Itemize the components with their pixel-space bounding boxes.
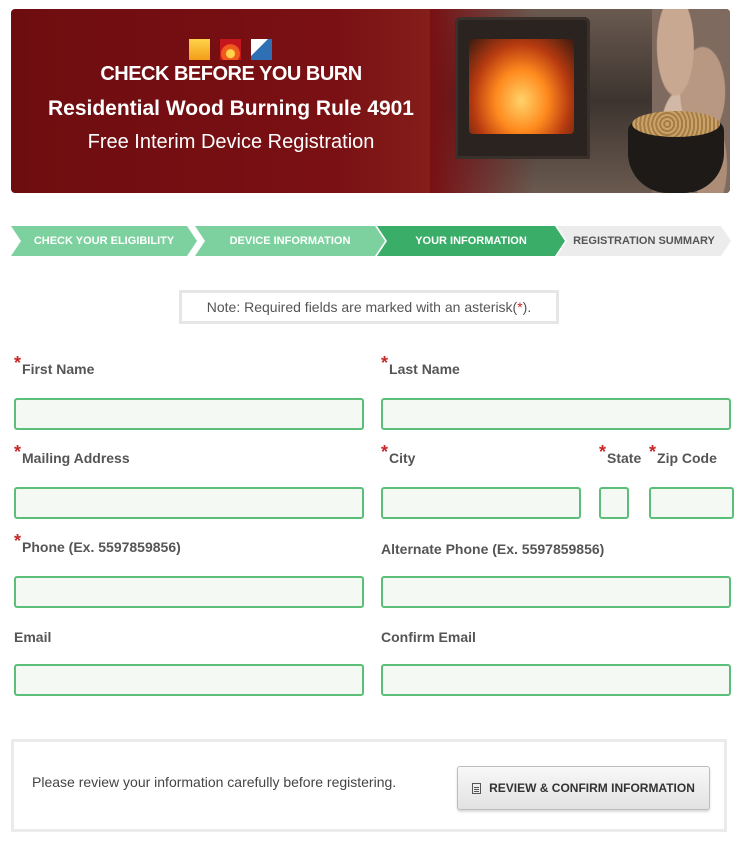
confirm-email-input[interactable] [381,664,731,696]
mailing-address-input[interactable] [14,487,364,519]
header-banner: CHECK BEFORE YOU BURN Residential Wood B… [11,9,730,193]
confirm-email-label: Confirm Email [381,629,476,645]
banner-title: Residential Wood Burning Rule 4901 [47,97,414,120]
state-input[interactable] [599,487,629,519]
alternate-phone-input[interactable] [381,576,731,608]
step-registration-summary[interactable]: Registration Summary [557,226,731,256]
step-your-information[interactable]: Your Information [377,226,565,256]
last-name-label: *Last Name [381,353,460,377]
required-asterisk: * [14,531,22,551]
review-confirm-label: Review & Confirm Information [489,781,695,795]
zip-code-input[interactable] [649,487,734,519]
required-asterisk: * [599,442,607,462]
step-label: Registration Summary [573,235,715,247]
pellet-bucket-image [628,111,724,193]
mailing-address-label: *Mailing Address [14,442,130,466]
step-label: Your Information [415,235,527,247]
step-device-information[interactable]: Device Information [195,226,385,256]
step-label: Check Your Eligibility [33,235,175,247]
required-asterisk: * [649,442,657,462]
required-asterisk: * [14,442,22,462]
banner-subtitle: Free Interim Device Registration [87,131,375,153]
required-asterisk: * [381,353,389,373]
phone-label: *Phone (Ex. 5597859856) [14,531,181,555]
document-icon [472,782,482,794]
alternate-phone-label: Alternate Phone (Ex. 5597859856) [381,541,605,557]
required-asterisk: * [14,353,22,373]
sun-icon [189,39,210,60]
required-asterisk: * [381,442,389,462]
review-message: Please review your information carefully… [32,774,397,790]
zip-code-label: *Zip Code [649,442,717,466]
review-panel: Please review your information carefully… [11,739,727,832]
logo-icons [189,39,272,60]
city-label: *City [381,442,416,466]
email-input[interactable] [14,664,364,696]
first-name-label: *First Name [14,353,95,377]
review-confirm-button[interactable]: Review & Confirm Information [457,766,710,810]
first-name-input[interactable] [14,398,364,430]
blue-check-icon [251,39,272,60]
step-label: Device Information [229,235,351,247]
step-check-eligibility[interactable]: Check Your Eligibility [11,226,197,256]
pellet-stove-image [455,17,590,159]
phone-input[interactable] [14,576,364,608]
last-name-input[interactable] [381,398,731,430]
state-label: *State [599,442,642,466]
required-fields-note: Note: Required fields are marked with an… [179,290,559,324]
banner-brand: CHECK BEFORE YOU BURN [100,63,362,85]
email-label: Email [14,629,52,645]
city-input[interactable] [381,487,581,519]
fire-icon [220,39,241,60]
progress-steps: Check Your Eligibility Device Informatio… [11,226,731,256]
